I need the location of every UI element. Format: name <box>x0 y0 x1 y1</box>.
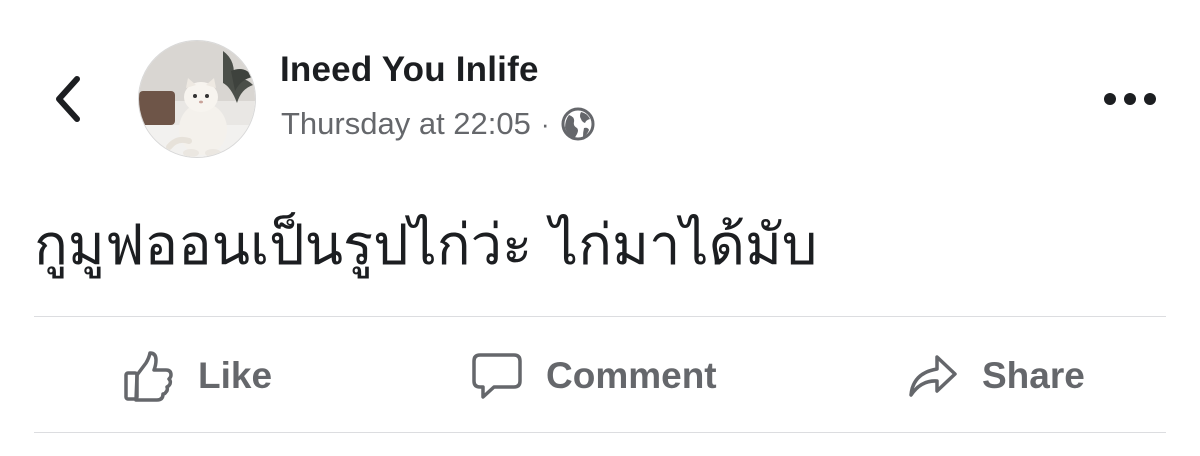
thumbs-up-icon <box>124 351 173 402</box>
more-options-button[interactable] <box>1100 80 1160 118</box>
comment-label: Comment <box>546 355 717 396</box>
comment-button[interactable]: Comment <box>470 346 717 406</box>
divider <box>34 316 1166 317</box>
back-button[interactable] <box>44 70 92 128</box>
like-label: Like <box>198 355 273 396</box>
divider <box>34 432 1166 433</box>
avatar[interactable] <box>138 40 256 158</box>
post-timestamp[interactable]: Thursday at 22:05 <box>281 106 531 142</box>
more-horizontal-icon <box>1104 93 1156 105</box>
comment-icon <box>472 353 522 399</box>
share-arrow-icon <box>909 355 957 397</box>
meta-separator: · <box>540 108 550 139</box>
post-text: กูมูฟออนเป็นรูปไก่ว่ะ ไก่มาได้มับ <box>34 213 818 278</box>
globe-icon <box>561 107 595 141</box>
like-button[interactable]: Like <box>122 346 272 406</box>
share-button[interactable]: Share <box>906 346 1085 406</box>
chevron-left-icon <box>56 76 80 122</box>
author-name[interactable]: Ineed You Inlife <box>280 50 539 90</box>
post-meta: Thursday at 22:05 · <box>281 104 596 144</box>
cat-avatar-image <box>139 41 255 157</box>
share-label: Share <box>982 355 1085 396</box>
